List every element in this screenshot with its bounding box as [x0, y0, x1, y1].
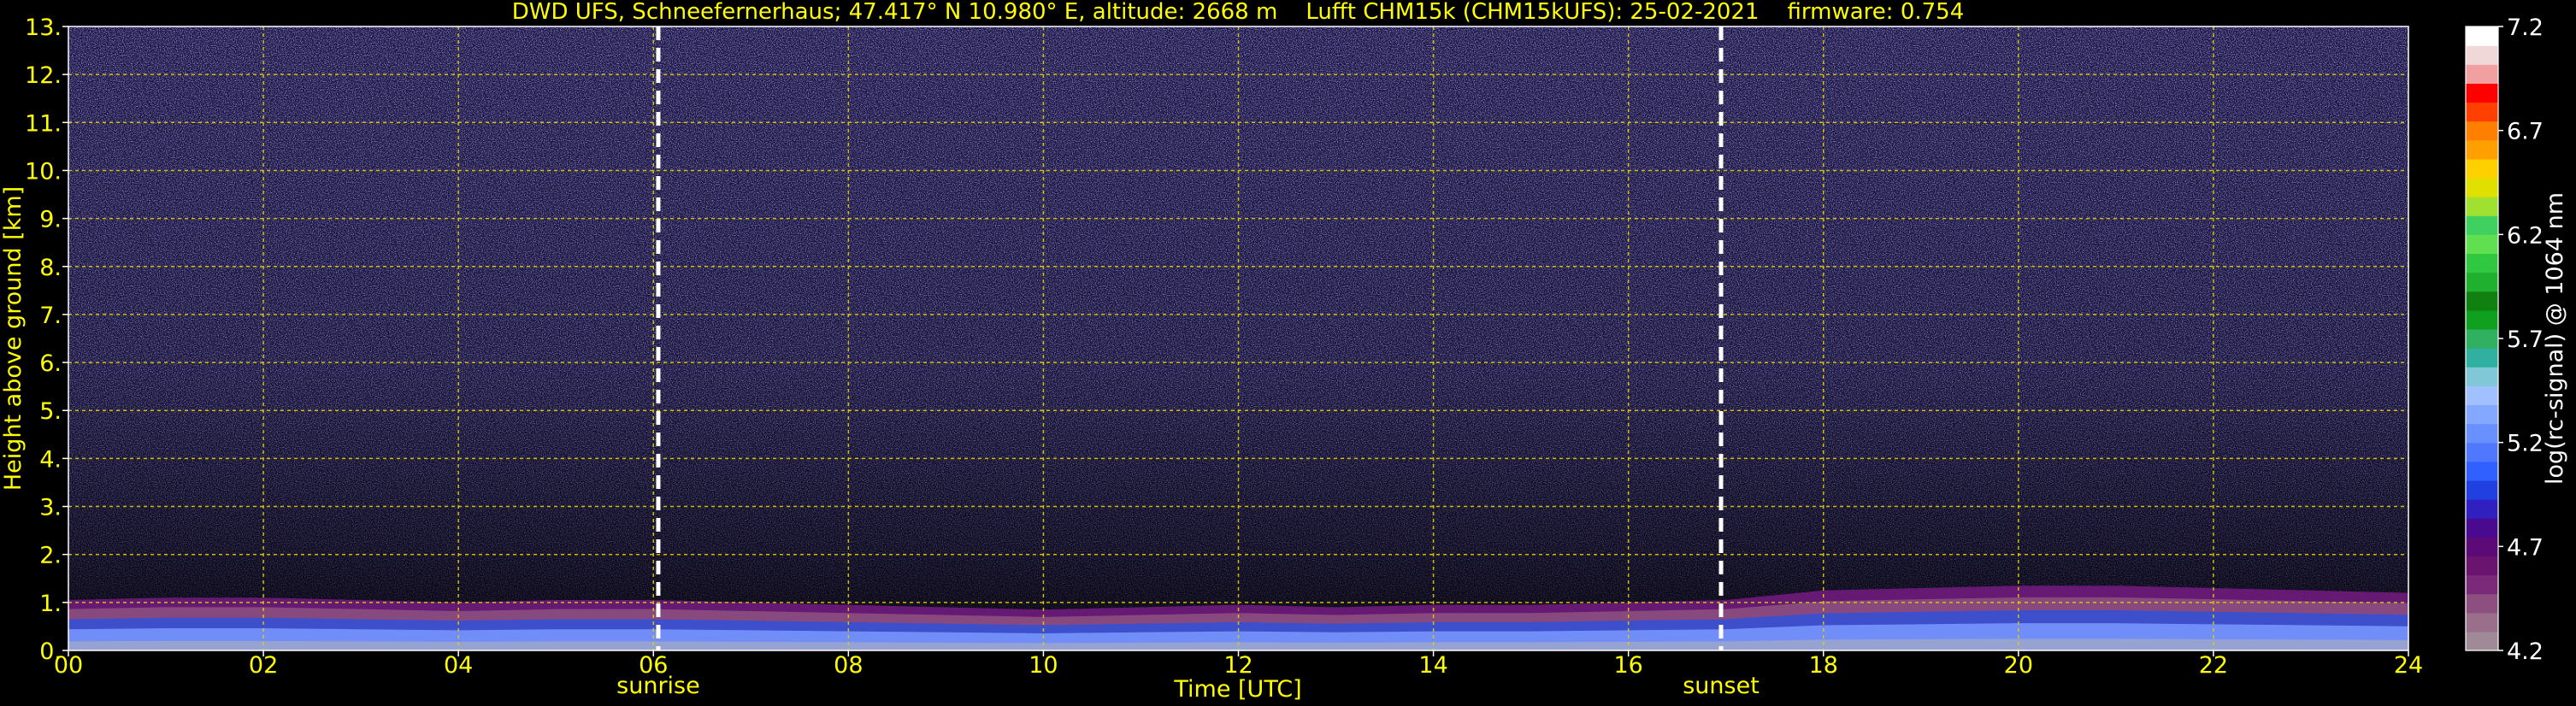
colorbar-segment: [2466, 121, 2498, 141]
colorbar-tick-label: 5.2: [2507, 431, 2544, 457]
colorbar-segment: [2466, 272, 2498, 292]
y-tick-label: 9.: [39, 207, 62, 233]
colorbar-segment: [2466, 177, 2498, 197]
colorbar-tick-label: 7.2: [2507, 15, 2544, 41]
colorbar-tick-label: 4.7: [2507, 534, 2544, 561]
x-tick-label: 14: [1418, 652, 1447, 679]
colorbar-segment: [2466, 197, 2498, 216]
x-axis-ticks: 00 02 04 06 08 10 12 14 16 18 20 22 24: [54, 650, 2423, 679]
y-tick-label: 12.: [25, 62, 62, 89]
x-tick-label: 10: [1029, 652, 1058, 679]
colorbar-segment: [2466, 612, 2498, 632]
colorbar-segment: [2466, 537, 2498, 556]
x-tick-label: 16: [1613, 652, 1642, 679]
y-tick-label: 11.: [25, 110, 62, 137]
colorbar-segment: [2466, 404, 2498, 425]
ceilometer-chart: DWD UFS, Schneefernerhaus; 47.417° N 10.…: [0, 0, 2568, 703]
colorbar-segment: [2466, 499, 2498, 519]
y-tick-label: 2.: [39, 543, 62, 569]
colorbar-tick-label: 6.7: [2507, 119, 2544, 145]
colorbar-segment: [2466, 158, 2498, 179]
colorbar-segment: [2466, 234, 2498, 255]
colorbar-segment: [2466, 574, 2498, 595]
colorbar-segment: [2466, 64, 2498, 84]
colorbar: 4.2 4.7 5.2 5.7 6.2 6.7 7.2: [2465, 15, 2544, 665]
x-tick-label: 18: [1809, 652, 1838, 679]
colorbar-segment: [2466, 442, 2498, 462]
y-tick-label: 10.: [25, 158, 62, 185]
y-tick-label: 5.: [39, 398, 62, 425]
y-tick-label: 7.: [39, 303, 62, 329]
x-tick-label: 12: [1223, 652, 1253, 679]
y-tick-label: 0.: [39, 638, 62, 665]
colorbar-segment: [2466, 423, 2498, 444]
colorbar-segment: [2466, 26, 2498, 46]
x-axis-label: Time [UTC]: [1173, 676, 1301, 703]
colorbar-segment: [2466, 309, 2498, 330]
y-axis-ticks: 0. 1. 2. 3. 4. 5. 6. 7. 8. 9. 10. 11. 12. 13.: [25, 15, 68, 665]
x-tick-label: 02: [249, 652, 278, 679]
x-tick-label: 04: [444, 652, 473, 679]
y-axis-label: Height above ground [km]: [0, 186, 27, 491]
colorbar-segment: [2466, 479, 2498, 500]
x-tick-label: 06: [639, 652, 668, 679]
colorbar-segment: [2466, 102, 2498, 122]
colorbar-tick-label: 6.2: [2507, 222, 2544, 249]
y-tick-label: 13.: [25, 15, 62, 41]
colorbar-tick-label: 4.2: [2507, 638, 2544, 665]
x-tick-label: 20: [2004, 652, 2033, 679]
colorbar-segment: [2466, 385, 2498, 406]
plot-area: [68, 26, 2408, 650]
colorbar-segment: [2466, 631, 2498, 651]
x-tick-label: 08: [834, 652, 863, 679]
noise-fade: [68, 26, 2408, 650]
colorbar-tick-label: 5.7: [2507, 327, 2544, 353]
colorbar-segment: [2466, 556, 2498, 576]
chart-title: DWD UFS, Schneefernerhaus; 47.417° N 10.…: [512, 0, 1965, 25]
colorbar-segment: [2466, 45, 2498, 65]
colorbar-segment: [2466, 328, 2498, 349]
colorbar-segment: [2466, 593, 2498, 614]
sun-marker-label: sunset: [1683, 673, 1760, 699]
colorbar-segment: [2466, 215, 2498, 235]
colorbar-segment: [2466, 348, 2498, 368]
x-tick-label: 22: [2199, 652, 2228, 679]
y-tick-label: 1.: [39, 591, 62, 617]
y-tick-label: 4.: [39, 446, 62, 473]
x-tick-label: 24: [2394, 652, 2423, 679]
y-tick-label: 6.: [39, 350, 62, 377]
colorbar-segment: [2466, 518, 2498, 538]
colorbar-segment: [2466, 291, 2498, 311]
y-tick-label: 8.: [39, 255, 62, 281]
colorbar-segment: [2466, 253, 2498, 274]
colorbar-segment: [2466, 83, 2498, 103]
colorbar-segment: [2466, 139, 2498, 160]
colorbar-label: log(rc-signal) @ 1064 nm: [2542, 192, 2568, 485]
y-tick-label: 3.: [39, 495, 62, 521]
colorbar-segment: [2466, 461, 2498, 481]
colorbar-segment: [2466, 367, 2498, 386]
